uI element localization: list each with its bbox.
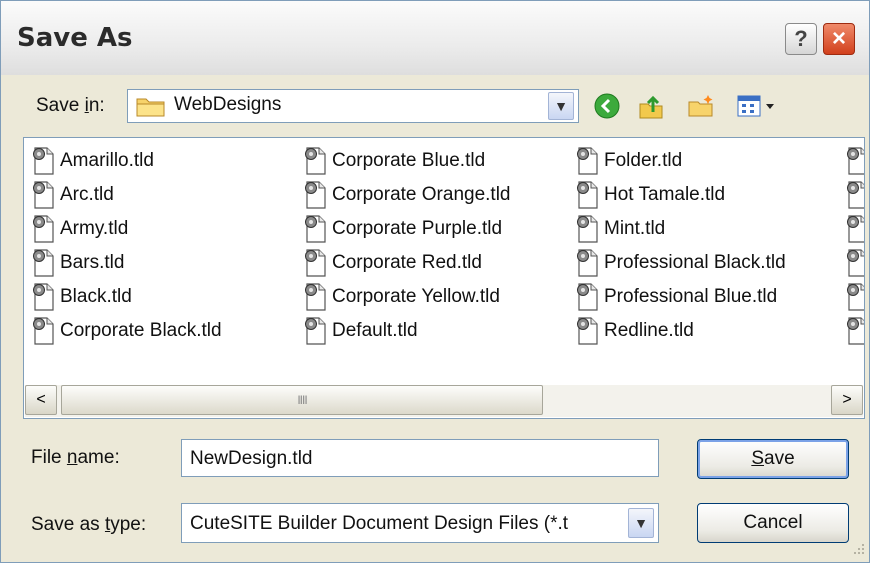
close-button[interactable]: × — [823, 23, 855, 55]
horizontal-scrollbar[interactable]: < IIII > — [25, 385, 863, 417]
file-icon — [304, 283, 330, 311]
file-name-label: File name: — [31, 447, 120, 468]
list-item[interactable]: Redline.tld — [576, 316, 694, 346]
list-item-clipped[interactable] — [846, 180, 864, 210]
scroll-thumb[interactable]: IIII — [61, 385, 543, 415]
window-title: Save As — [17, 23, 133, 53]
file-icon — [576, 283, 602, 311]
save-as-type-value: CuteSITE Builder Document Design Files (… — [190, 513, 569, 534]
file-icon — [304, 215, 330, 243]
back-arrow-icon[interactable] — [591, 91, 623, 121]
help-button[interactable]: ? — [785, 23, 817, 55]
file-icon — [576, 215, 602, 243]
file-list[interactable]: Amarillo.tld Arc.tld Army.tld Bars.tld B… — [23, 137, 865, 419]
file-icon — [32, 317, 58, 345]
folder-icon — [136, 95, 166, 122]
list-item[interactable]: Bars.tld — [32, 248, 124, 278]
list-item[interactable]: Default.tld — [304, 316, 418, 346]
file-icon — [846, 147, 864, 175]
save-in-value: WebDesigns — [174, 94, 282, 115]
file-icon — [846, 283, 864, 311]
list-item[interactable]: Corporate Black.tld — [32, 316, 222, 346]
file-icon — [32, 283, 58, 311]
file-icon — [304, 147, 330, 175]
list-item[interactable]: Corporate Orange.tld — [304, 180, 511, 210]
save-in-dropdown[interactable]: WebDesigns ▼ — [127, 89, 579, 123]
list-item[interactable]: Army.tld — [32, 214, 128, 244]
file-icon — [32, 147, 58, 175]
file-name-input[interactable]: NewDesign.tld — [181, 439, 659, 477]
save-button[interactable]: Save — [697, 439, 849, 479]
list-item[interactable]: Mint.tld — [576, 214, 665, 244]
list-item-clipped[interactable] — [846, 282, 864, 312]
file-icon — [304, 249, 330, 277]
list-item[interactable]: Folder.tld — [576, 146, 682, 176]
view-menu-icon[interactable] — [735, 91, 781, 121]
list-item-clipped[interactable] — [846, 316, 864, 346]
save-in-label: Save in: — [36, 95, 105, 116]
file-icon — [576, 181, 602, 209]
file-icon — [846, 181, 864, 209]
list-item[interactable]: Hot Tamale.tld — [576, 180, 725, 210]
chevron-down-icon[interactable]: ▼ — [628, 508, 654, 538]
list-item[interactable]: Corporate Red.tld — [304, 248, 482, 278]
file-icon — [576, 249, 602, 277]
list-item-clipped[interactable] — [846, 214, 864, 244]
cancel-button[interactable]: Cancel — [697, 503, 849, 543]
chevron-down-icon[interactable]: ▼ — [548, 92, 574, 120]
list-item[interactable]: Arc.tld — [32, 180, 114, 210]
scroll-left-button[interactable]: < — [25, 385, 57, 415]
up-folder-icon[interactable] — [635, 91, 667, 121]
list-item-clipped[interactable] — [846, 248, 864, 278]
list-item[interactable]: Professional Blue.tld — [576, 282, 777, 312]
list-item[interactable]: Professional Black.tld — [576, 248, 786, 278]
file-icon — [846, 317, 864, 345]
file-icon — [576, 147, 602, 175]
save-as-dialog: Save As ? × Save in: WebDesigns ▼ Amaril… — [0, 0, 870, 563]
file-icon — [846, 215, 864, 243]
file-icon — [32, 215, 58, 243]
file-icon — [304, 181, 330, 209]
list-item[interactable]: Corporate Purple.tld — [304, 214, 502, 244]
file-icon — [32, 249, 58, 277]
save-as-type-dropdown[interactable]: CuteSITE Builder Document Design Files (… — [181, 503, 659, 543]
file-icon — [846, 249, 864, 277]
scroll-right-button[interactable]: > — [831, 385, 863, 415]
resize-grip-icon[interactable] — [847, 539, 867, 559]
file-icon — [32, 181, 58, 209]
save-as-type-label: Save as type: — [31, 514, 147, 535]
file-icon — [576, 317, 602, 345]
list-item[interactable]: Corporate Yellow.tld — [304, 282, 500, 312]
new-folder-icon[interactable] — [685, 91, 717, 121]
file-icon — [304, 317, 330, 345]
title-bar[interactable]: Save As ? × — [1, 1, 869, 75]
list-item[interactable]: Amarillo.tld — [32, 146, 154, 176]
list-item[interactable]: Black.tld — [32, 282, 132, 312]
list-item[interactable]: Corporate Blue.tld — [304, 146, 485, 176]
list-item-clipped[interactable] — [846, 146, 864, 176]
file-name-value: NewDesign.tld — [190, 448, 313, 469]
